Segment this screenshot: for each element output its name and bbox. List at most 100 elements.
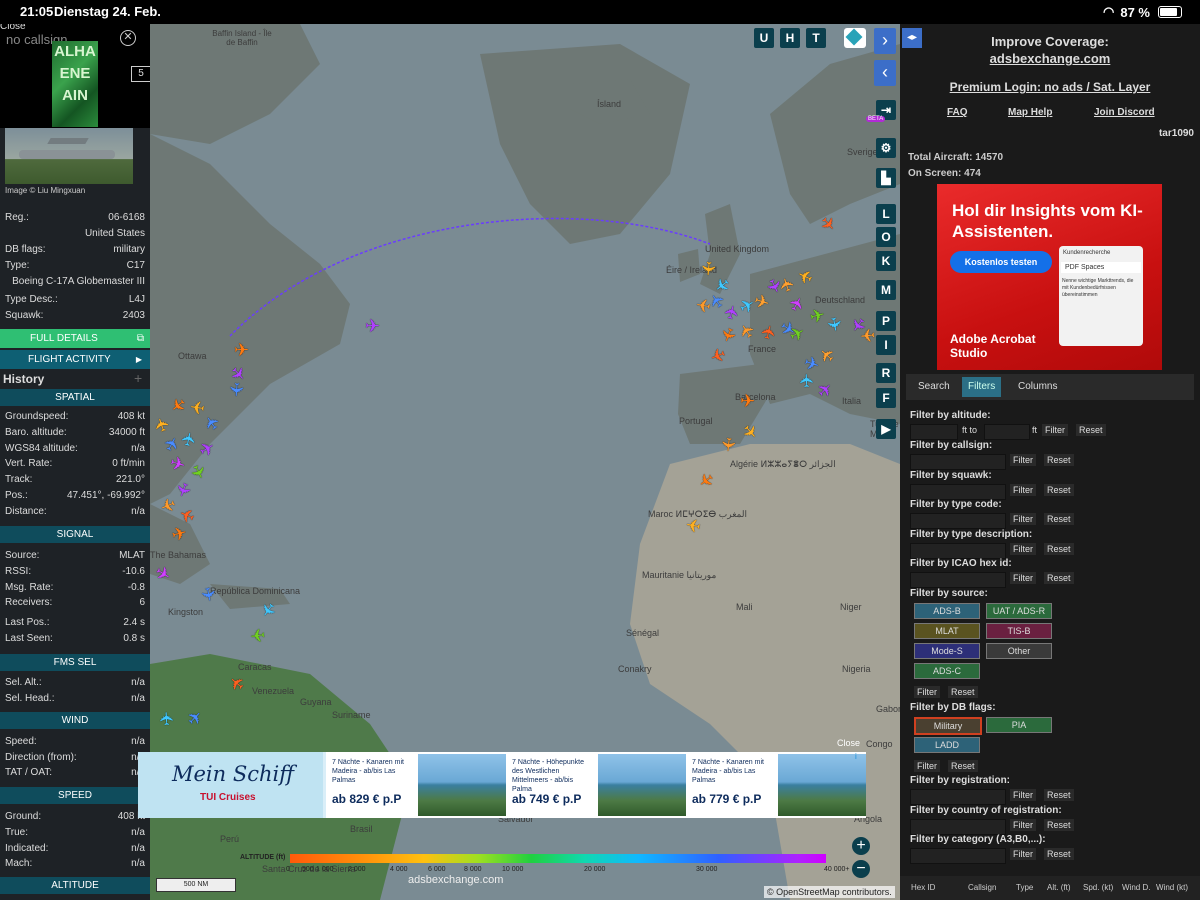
map-button-l[interactable]: L [876,204,896,224]
collapse-left-button[interactable]: ‹ [874,60,896,86]
aircraft-photo[interactable] [5,128,133,184]
map-button-o[interactable]: O [876,227,896,247]
layers-button[interactable] [844,28,866,48]
reset-button[interactable]: Reset [1044,513,1074,525]
ad-offer[interactable]: 7 Nächte - Kanaren mit Madeira - ab/bis … [326,752,506,818]
aircraft-marker-icon[interactable]: ✈ [225,381,247,397]
column-header[interactable]: Alt. (ft) [1047,883,1071,892]
aircraft-marker-icon[interactable]: ✈ [157,710,179,726]
filter-type-desc-input[interactable] [910,543,1006,559]
filter-squawk-input[interactable] [910,484,1006,500]
settings-button[interactable]: ⚙ [876,138,896,158]
ad-info-icon[interactable]: i [855,752,865,762]
source-filter-button[interactable]: Filter [914,686,940,698]
map-button-f[interactable]: F [876,388,896,408]
column-header[interactable]: Callsign [968,883,996,892]
adobe-ad[interactable]: Hol dir Insights vom KI-Assistenten. Kos… [937,184,1162,370]
source-reset-button[interactable]: Reset [948,686,978,698]
filter-button[interactable]: Filter [1010,513,1036,525]
filter-button[interactable]: Filter [1010,848,1036,860]
flag-pia[interactable]: PIA [986,717,1052,733]
map-button-r[interactable]: R [876,363,896,383]
aircraft-marker-icon[interactable]: ✈ [234,340,249,361]
reset-button[interactable]: Reset [1044,848,1074,860]
filter-icao-input[interactable] [910,572,1006,588]
ad-close-button[interactable]: Close [837,738,860,748]
reset-button[interactable]: Reset [1044,819,1074,831]
column-header[interactable]: Hex ID [911,883,935,892]
thumbnail-count[interactable]: 5 [131,66,150,82]
aircraft-marker-icon[interactable]: ✈ [740,391,756,413]
source-option-mlat[interactable]: MLAT [914,623,980,639]
improve-link[interactable]: adsbexchange.com [900,50,1200,67]
source-option-uat-ads-r[interactable]: UAT / ADS-R [986,603,1052,619]
reset-button[interactable]: Reset [1044,454,1074,466]
full-details-button[interactable]: FULL DETAILS ⧉ [0,329,150,348]
filter-button[interactable]: Filter [1010,454,1036,466]
altitude-reset-button[interactable]: Reset [1076,424,1106,436]
column-header[interactable]: Wind (kt) [1156,883,1188,892]
flags-filter-button[interactable]: Filter [914,760,940,772]
tab-search[interactable]: Search [912,377,956,397]
ad-offer[interactable]: 7 Nächte - Kanaren mit Madeira - ab/bis … [686,752,866,818]
column-header[interactable]: Wind D. [1122,883,1150,892]
aircraft-marker-icon[interactable]: ✈ [716,436,738,453]
altitude-filter-button[interactable]: Filter [1042,424,1068,436]
aircraft-marker-icon[interactable]: ✈ [249,623,266,646]
map-button-t[interactable]: T [806,28,826,48]
source-option-tis-b[interactable]: TIS-B [986,623,1052,639]
map-button-i[interactable]: I [876,335,896,355]
filter-button[interactable]: Filter [1010,484,1036,496]
reset-button[interactable]: Reset [1044,572,1074,584]
aircraft-marker-icon[interactable]: ✈ [189,395,207,418]
flag-ladd[interactable]: LADD [914,737,980,753]
filter-country-input[interactable] [910,819,1006,835]
filter-button[interactable]: Filter [1010,789,1036,801]
source-option-ads-b[interactable]: ADS-B [914,603,980,619]
source-option-mode-s[interactable]: Mode-S [914,643,980,659]
tab-filters[interactable]: Filters [962,377,1002,397]
tab-columns[interactable]: Columns [1012,377,1063,397]
map-button-h[interactable]: H [780,28,800,48]
filter-category-input[interactable] [910,848,1006,864]
discord-link[interactable]: Join Discord [1094,107,1155,118]
flags-reset-button[interactable]: Reset [948,760,978,772]
map-button-k[interactable]: K [876,251,896,271]
plus-icon[interactable]: + [134,370,142,386]
ad-banner[interactable]: Mein Schiff TUI Cruises 7 Nächte - Kanar… [138,752,866,818]
flight-activity-button[interactable]: FLIGHT ACTIVITY ▶ [0,350,150,369]
altitude-min-input[interactable] [910,424,958,440]
filter-button[interactable]: Filter [1010,543,1036,555]
map-button-p[interactable]: P [876,311,896,331]
close-icon[interactable]: ✕ [120,30,136,46]
flag-military[interactable]: Military [914,717,982,735]
filter-callsign-input[interactable] [910,454,1006,470]
column-header[interactable]: Spd. (kt) [1083,883,1113,892]
column-header[interactable]: Type [1016,883,1033,892]
filter-registration-input[interactable] [910,789,1006,805]
map-help-link[interactable]: Map Help [1008,107,1052,118]
close-link[interactable]: Close [0,24,26,32]
filter-button[interactable]: Filter [1010,572,1036,584]
map-attribution[interactable]: © OpenStreetMap contributors. [764,886,895,898]
ranking-button[interactable]: ▙ [876,168,896,188]
faq-link[interactable]: FAQ [947,107,968,118]
filter-type-code-input[interactable] [910,513,1006,529]
altitude-max-input[interactable] [984,424,1030,440]
map-button-u[interactable]: U [754,28,774,48]
replay-button[interactable]: ▶ [876,419,896,439]
source-option-ads-c[interactable]: ADS-C [914,663,980,679]
reset-button[interactable]: Reset [1044,543,1074,555]
map-button-m[interactable]: M [876,280,896,300]
ad-offer[interactable]: 7 Nächte - Höhepunkte des Westlichen Mit… [506,752,686,818]
aircraft-marker-icon[interactable]: ✈ [365,316,380,337]
collapse-right-button[interactable]: › [874,28,896,54]
source-option-other[interactable]: Other [986,643,1052,659]
reset-button[interactable]: Reset [1044,789,1074,801]
user-link[interactable]: tar1090 [1159,128,1194,139]
aircraft-marker-icon[interactable]: ✈ [859,323,876,345]
filter-button[interactable]: Filter [1010,819,1036,831]
adobe-ad-cta[interactable]: Kostenlos testen [950,251,1052,273]
premium-login-link[interactable]: Premium Login: no ads / Sat. Layer [900,80,1200,94]
reset-button[interactable]: Reset [1044,484,1074,496]
